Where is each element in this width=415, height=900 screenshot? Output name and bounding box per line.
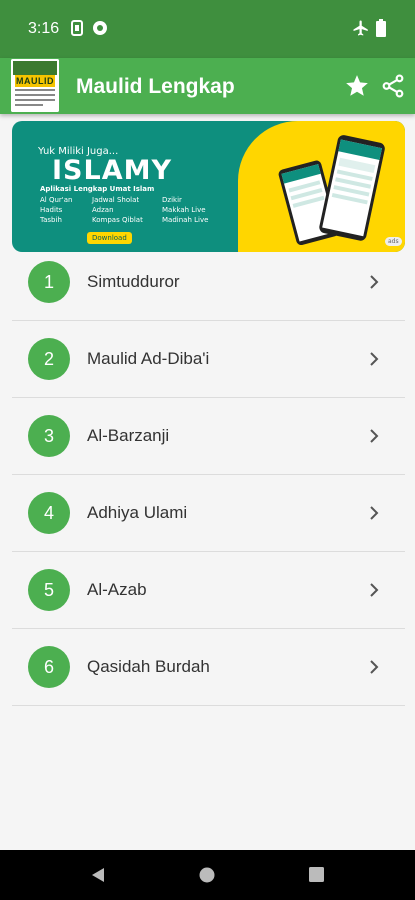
banner-feature: Jadwal Sholat [92,196,140,204]
maulid-list: 1 Simtudduror 2 Maulid Ad-Diba'i 3 Al-Ba… [12,244,405,706]
list-item[interactable]: 5 Al-Azab [12,552,405,629]
status-time: 3:16 [28,20,60,37]
list-item[interactable]: 4 Adhiya Ulami [12,475,405,552]
chevron-right-icon [369,506,379,520]
banner-feature: Makkah Live [162,206,206,214]
item-number-badge: 1 [28,261,70,303]
item-number-badge: 6 [28,646,70,688]
app-title: Maulid Lengkap [76,75,235,98]
phone-mockup-image [278,135,385,245]
home-icon[interactable] [199,867,215,888]
banner-feature: Tasbih [40,216,62,224]
item-label: Adhiya Ulami [87,503,188,522]
item-number-badge: 4 [28,492,70,534]
recents-icon[interactable] [309,867,324,887]
list-item[interactable]: 1 Simtudduror [12,244,405,321]
chevron-right-icon [369,583,379,597]
chevron-right-icon [369,352,379,366]
banner-feature: Al Qur'an [40,196,73,204]
logo-text: MAULID [16,76,54,86]
item-label: Qasidah Burdah [87,657,210,676]
system-nav-bar [0,850,415,900]
share-icon[interactable] [380,73,406,99]
chevron-right-icon [369,660,379,674]
banner-feature: Adzan [92,206,114,214]
islamy-ad-banner[interactable]: Yuk Miliki Juga... ISLAMY Aplikasi Lengk… [12,121,405,252]
item-number-badge: 3 [28,415,70,457]
battery-icon [376,19,386,37]
back-icon[interactable] [90,867,106,888]
sim-icon [70,19,84,37]
list-item[interactable]: 3 Al-Barzanji [12,398,405,475]
notification-icon [92,19,108,37]
item-label: Al-Azab [87,580,147,599]
banner-feature: Hadits [40,206,63,214]
banner-subtitle: Aplikasi Lengkap Umat Islam [40,185,155,193]
banner-feature: Dzikir [162,196,182,204]
banner-feature: Kompas Qiblat [92,216,143,224]
banner-feature: Madinah Live [162,216,209,224]
chevron-right-icon [369,429,379,443]
banner-headline: ISLAMY [52,155,173,186]
favorite-star-icon[interactable] [344,73,370,99]
item-label: Al-Barzanji [87,426,170,445]
item-label: Maulid Ad-Diba'i [87,349,210,368]
banner-download-button[interactable]: Download [87,232,132,244]
list-item[interactable]: 2 Maulid Ad-Diba'i [12,321,405,398]
item-number-badge: 5 [28,569,70,611]
chevron-right-icon [369,275,379,289]
list-item[interactable]: 6 Qasidah Burdah [12,629,405,706]
item-label: Simtudduror [87,272,180,291]
status-bar: 3:16 [0,0,415,58]
airplane-mode-icon [352,19,370,37]
app-logo: MAULID [11,59,59,112]
item-number-badge: 2 [28,338,70,380]
app-bar: MAULID Maulid Lengkap [0,58,415,114]
